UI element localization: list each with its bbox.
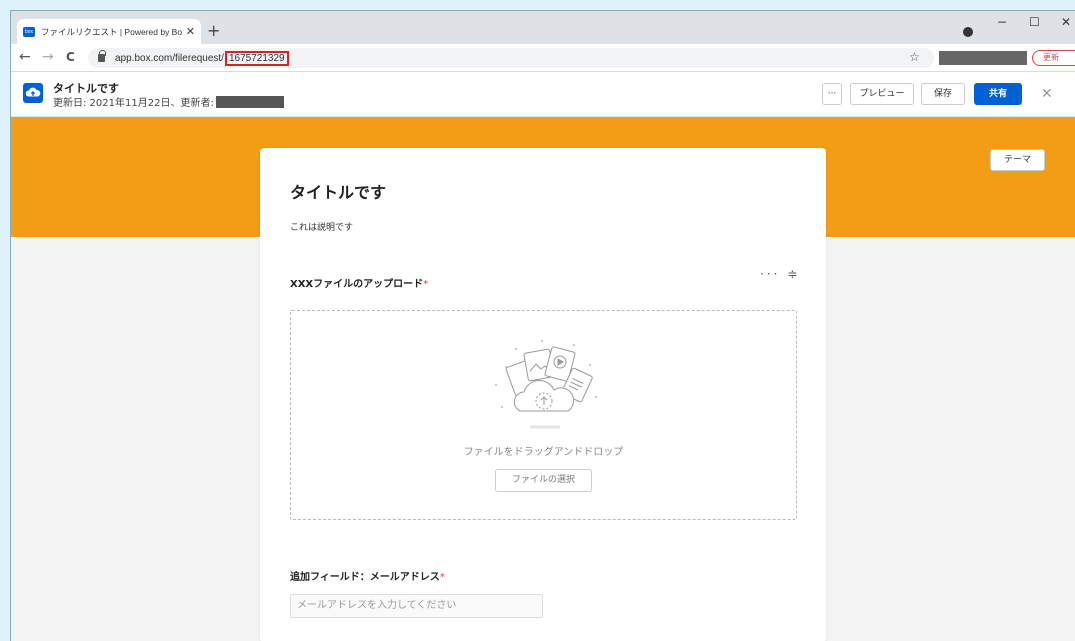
- tab-strip: box ファイルリクエスト | Powered by Box ✕ + − ☐ ✕: [11, 11, 1075, 44]
- tab-title: ファイルリクエスト | Powered by Box: [41, 26, 182, 37]
- form-description[interactable]: これは説明です: [290, 220, 353, 233]
- tab-file-request[interactable]: box ファイルリクエスト | Powered by Box ✕: [17, 19, 201, 44]
- field-tools-icon[interactable]: ··· ≑: [760, 267, 800, 281]
- close-editor-icon[interactable]: ✕: [1041, 86, 1053, 102]
- document-meta: 更新日: 2021年11月22日、更新者:: [53, 94, 284, 109]
- address-bar[interactable]: app.box.com/filerequest/ 1675721329: [88, 48, 934, 68]
- upload-field-label-text: XXXファイルのアップロード: [290, 279, 424, 290]
- form-title[interactable]: タイトルです: [290, 179, 386, 203]
- browser-toolbar: ← → C app.box.com/filerequest/ 167572132…: [11, 44, 1075, 72]
- redacted-bar: [939, 51, 1027, 65]
- file-dropzone[interactable]: ファイルをドラッグアンドドロップ ファイルの選択: [290, 310, 797, 520]
- updated-info: 更新日: 2021年11月22日、更新者:: [53, 98, 214, 109]
- tab-close-icon[interactable]: ✕: [186, 25, 195, 38]
- profile-icon[interactable]: [963, 27, 973, 37]
- box-favicon-icon: box: [23, 26, 35, 37]
- app-header: タイトルです 更新日: 2021年11月22日、更新者: ··· プレビュー 保…: [11, 73, 1075, 117]
- update-button[interactable]: 更新: [1032, 50, 1075, 66]
- upload-field-label[interactable]: XXXファイルのアップロード*: [290, 275, 428, 290]
- save-button[interactable]: 保存: [921, 83, 965, 105]
- form-card: タイトルです これは説明です XXXファイルのアップロード* ··· ≑ ファイ…: [260, 148, 826, 641]
- required-mark: *: [439, 572, 445, 583]
- new-tab-icon[interactable]: +: [207, 21, 220, 41]
- window-close-icon[interactable]: ✕: [1061, 15, 1071, 29]
- minimize-icon[interactable]: −: [997, 15, 1007, 29]
- file-upload-illustration-icon: [495, 340, 597, 429]
- bookmark-star-icon[interactable]: ☆: [909, 50, 920, 64]
- browser-window: box ファイルリクエスト | Powered by Box ✕ + − ☐ ✕…: [10, 10, 1075, 641]
- redacted-user: [215, 95, 284, 108]
- preview-button[interactable]: プレビュー: [850, 83, 914, 105]
- select-file-button[interactable]: ファイルの選択: [495, 469, 592, 492]
- theme-button[interactable]: テーマ: [990, 149, 1045, 171]
- lock-icon: [98, 50, 106, 62]
- email-field-label[interactable]: 追加フィールド：メールアドレス*: [290, 568, 445, 583]
- more-options-button[interactable]: ···: [822, 83, 842, 105]
- url-request-id: 1675721329: [224, 50, 289, 66]
- reload-icon[interactable]: C: [66, 49, 75, 65]
- upload-cloud-icon: [23, 83, 43, 103]
- share-button[interactable]: 共有: [974, 83, 1022, 105]
- url-prefix: app.box.com/filerequest/: [115, 52, 224, 64]
- required-mark: *: [423, 279, 429, 290]
- maximize-icon[interactable]: ☐: [1029, 15, 1040, 29]
- email-field-label-text: 追加フィールド：メールアドレス: [290, 572, 440, 583]
- email-input[interactable]: メールアドレスを入力してください: [290, 594, 543, 618]
- dropzone-instruction: ファイルをドラッグアンドドロップ: [463, 447, 624, 458]
- back-icon[interactable]: ←: [19, 49, 31, 65]
- forward-icon[interactable]: →: [42, 49, 54, 65]
